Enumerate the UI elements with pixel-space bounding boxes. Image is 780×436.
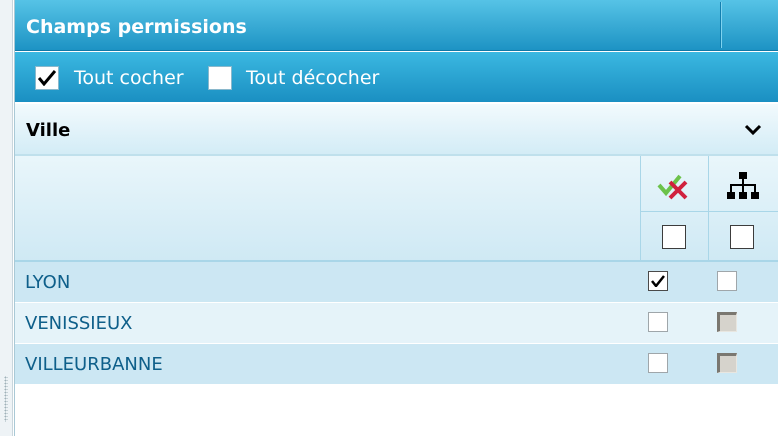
check-all-label[interactable]: Tout cocher xyxy=(74,67,184,89)
group-title: Ville xyxy=(26,120,71,141)
panel-title-bar: Champs permissions xyxy=(15,0,778,51)
checkmark-icon xyxy=(38,70,56,86)
uncheck-all-label[interactable]: Tout décocher xyxy=(246,67,379,89)
permission-checkbox[interactable] xyxy=(648,271,668,291)
table-row: VILLEURBANNE xyxy=(15,344,778,385)
panel-title: Champs permissions xyxy=(26,16,247,38)
left-splitter[interactable] xyxy=(0,0,13,436)
splitter-grip-icon[interactable] xyxy=(4,376,8,422)
permission-checkbox-disabled xyxy=(717,312,737,332)
permission-checkbox[interactable] xyxy=(648,353,668,373)
hierarchy-icon xyxy=(727,172,759,199)
table-row: VENISSIEUX xyxy=(15,303,778,344)
title-separator xyxy=(720,2,722,48)
permissions-panel: Champs permissions Tout cocher Tout déco… xyxy=(14,0,778,436)
uncheck-all-checkbox[interactable] xyxy=(208,66,232,90)
permission-checkbox[interactable] xyxy=(717,271,737,291)
permission-checkbox-disabled xyxy=(717,353,737,373)
header-divider xyxy=(641,211,778,212)
group-header-ville[interactable]: Ville xyxy=(15,104,778,156)
column-divider xyxy=(640,156,641,260)
check-cross-icon xyxy=(657,174,688,200)
table-row: LYON xyxy=(15,262,778,303)
column-select-all-checkbox[interactable] xyxy=(662,225,686,249)
row-label: LYON xyxy=(25,272,71,293)
chevron-down-icon[interactable] xyxy=(744,124,762,136)
column-header xyxy=(15,156,778,262)
permission-checkbox[interactable] xyxy=(648,312,668,332)
row-label: VENISSIEUX xyxy=(25,313,133,334)
column-divider xyxy=(708,156,709,260)
checkmark-icon xyxy=(651,275,665,287)
row-label: VILLEURBANNE xyxy=(25,354,163,375)
selection-toolbar: Tout cocher Tout décocher xyxy=(15,52,778,102)
check-all-checkbox[interactable] xyxy=(35,66,59,90)
column-select-all-checkbox[interactable] xyxy=(730,225,754,249)
